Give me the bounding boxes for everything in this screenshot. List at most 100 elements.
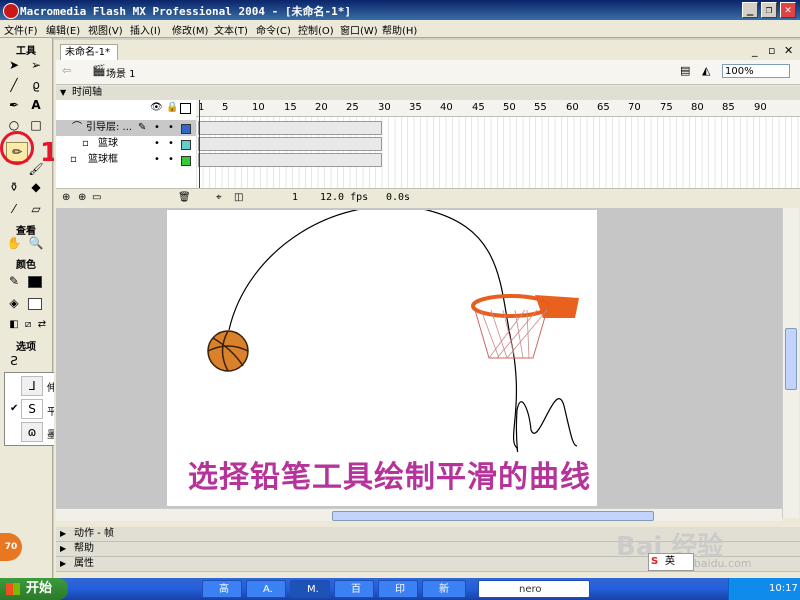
document-tab[interactable]: 未命名-1*: [60, 44, 118, 61]
ruler-tick: 45: [472, 102, 485, 113]
doc-restore-icon[interactable]: ▫: [768, 44, 775, 57]
doc-close-icon[interactable]: ✕: [784, 44, 793, 57]
center-frame-icon[interactable]: ⌖: [216, 192, 222, 203]
layer-outline-color[interactable]: [181, 156, 191, 166]
doc-minimize-icon[interactable]: _: [752, 44, 758, 57]
add-folder-icon[interactable]: ▭: [92, 192, 101, 203]
frame-span-guide[interactable]: [198, 121, 382, 135]
expand-arrow-icon[interactable]: ▶: [60, 557, 66, 571]
swap-colors-icon[interactable]: ⇄: [32, 316, 52, 334]
frame-span-hoop[interactable]: [198, 153, 382, 167]
layer-name: 引导层: ...: [86, 122, 133, 133]
frame-span-basketball[interactable]: [198, 137, 382, 151]
nero-toolbar[interactable]: nero: [478, 580, 590, 598]
frame-rate[interactable]: 12.0 fps: [320, 192, 368, 203]
menu-commands[interactable]: 命令(C): [256, 22, 291, 37]
fill-color-swatch[interactable]: [28, 298, 42, 310]
taskbar-item[interactable]: 印: [378, 580, 418, 598]
taskbar-item[interactable]: A.: [246, 580, 286, 598]
lasso-tool-icon[interactable]: ϱ: [26, 76, 46, 94]
menu-insert[interactable]: 插入(I): [130, 22, 161, 37]
eyedropper-tool-icon[interactable]: ⁄: [4, 200, 24, 218]
menu-file[interactable]: 文件(F): [4, 22, 38, 37]
stroke-color-icon[interactable]: ✎: [4, 272, 24, 290]
menu-text[interactable]: 文本(T): [214, 22, 248, 37]
hand-tool-icon[interactable]: ✋: [4, 234, 24, 252]
fill-color-icon[interactable]: ◈: [4, 294, 24, 312]
eye-icon[interactable]: 👁: [150, 102, 163, 113]
taskbar-item-flash[interactable]: M.: [290, 580, 330, 598]
layer-visible-dot[interactable]: •: [154, 120, 160, 136]
straighten-option-icon[interactable]: ᒧ: [21, 376, 43, 396]
edit-scene-icon[interactable]: ▤: [680, 64, 690, 77]
vertical-scrollbar[interactable]: [782, 208, 799, 518]
ink-bottle-tool-icon[interactable]: ⚱: [4, 178, 24, 196]
restore-button[interactable]: ❐: [761, 2, 777, 18]
menu-view[interactable]: 视图(V): [88, 22, 123, 37]
pencil-mode-icon[interactable]: Ƨ: [4, 352, 24, 370]
menu-help[interactable]: 帮助(H): [382, 22, 417, 37]
layer-lock-dot[interactable]: •: [168, 136, 174, 152]
horizontal-scroll-thumb[interactable]: [332, 511, 654, 521]
system-tray: 10:17: [728, 578, 800, 600]
add-guide-icon[interactable]: ⊕: [78, 192, 86, 203]
start-label: 开始: [26, 581, 53, 596]
zoom-tool-icon[interactable]: 🔍: [26, 234, 46, 252]
layer-row-hoop[interactable]: ▫ 篮球框 • •: [56, 152, 196, 168]
start-button[interactable]: 开始: [0, 578, 68, 600]
menu-modify[interactable]: 修改(M): [172, 22, 208, 37]
ruler-tick: 60: [566, 102, 579, 113]
ruler-tick: 90: [754, 102, 767, 113]
expand-arrow-icon[interactable]: ▶: [60, 542, 66, 556]
ime-toolbar[interactable]: S 英: [648, 553, 694, 571]
guide-layer-icon: ⌒: [72, 122, 82, 133]
ink-option-icon[interactable]: ɷ: [21, 422, 43, 442]
horizontal-scrollbar[interactable]: [56, 508, 782, 521]
rectangle-tool-icon[interactable]: □: [26, 116, 46, 134]
minimize-button[interactable]: _: [742, 2, 758, 18]
taskbar-item[interactable]: 新: [422, 580, 466, 598]
menu-window[interactable]: 窗口(W): [340, 22, 378, 37]
layer-row-basketball[interactable]: ▫ 篮球 • •: [56, 136, 196, 152]
edit-symbol-icon[interactable]: ◭: [702, 64, 710, 77]
onion-skin-icon[interactable]: ◫: [234, 192, 243, 203]
taskbar-item[interactable]: 百: [334, 580, 374, 598]
timeline-header[interactable]: ▼ 时间轴: [56, 86, 800, 100]
back-arrow-icon[interactable]: ⇦: [62, 64, 71, 77]
ime-mode[interactable]: 英: [665, 554, 675, 570]
paint-bucket-tool-icon[interactable]: ◆: [26, 178, 46, 196]
menu-edit[interactable]: 编辑(E): [46, 22, 80, 37]
taskbar-item[interactable]: 高: [202, 580, 242, 598]
subselect-tool-icon[interactable]: ➢: [26, 56, 46, 74]
panel-title: 动作 - 帧: [74, 528, 114, 539]
stroke-color-swatch[interactable]: [28, 276, 42, 288]
layer-outline-color[interactable]: [181, 140, 191, 150]
basketball-hoop-icon: [471, 294, 579, 359]
add-layer-icon[interactable]: ⊕: [62, 192, 70, 203]
vertical-scroll-thumb[interactable]: [785, 328, 797, 390]
layer-outline-color[interactable]: [181, 124, 191, 134]
trash-icon[interactable]: 🗑: [178, 192, 191, 203]
arrow-tool-icon[interactable]: ➤: [4, 56, 24, 74]
frame-ruler[interactable]: 1 5 10 15 20 25 30 35 40 45 50 55 60 65 …: [196, 100, 800, 117]
layer-visible-dot[interactable]: •: [154, 152, 160, 168]
close-button[interactable]: ✕: [780, 2, 796, 18]
layer-lock-dot[interactable]: •: [168, 120, 174, 136]
outline-icon[interactable]: [180, 103, 191, 114]
elapsed-time: 0.0s: [386, 192, 411, 203]
lock-icon[interactable]: 🔒: [166, 102, 178, 113]
expand-arrow-icon[interactable]: ▶: [60, 527, 66, 541]
layer-row-guide[interactable]: ⌒ 引导层: ... ✎ • •: [56, 120, 196, 136]
ruler-tick: 30: [378, 102, 391, 113]
collapse-triangle-icon[interactable]: ▼: [60, 86, 66, 100]
window-title: Macromedia Flash MX Professional 2004 - …: [20, 5, 352, 18]
smooth-option-icon[interactable]: S: [21, 399, 43, 419]
pen-tool-icon[interactable]: ✒: [4, 96, 24, 114]
layer-visible-dot[interactable]: •: [154, 136, 160, 152]
menu-control[interactable]: 控制(O): [298, 22, 334, 37]
layer-lock-dot[interactable]: •: [168, 152, 174, 168]
line-tool-icon[interactable]: ╱: [4, 76, 24, 94]
zoom-select[interactable]: 100%: [722, 64, 790, 78]
text-tool-icon[interactable]: A: [26, 96, 46, 114]
eraser-tool-icon[interactable]: ▱: [26, 200, 46, 218]
